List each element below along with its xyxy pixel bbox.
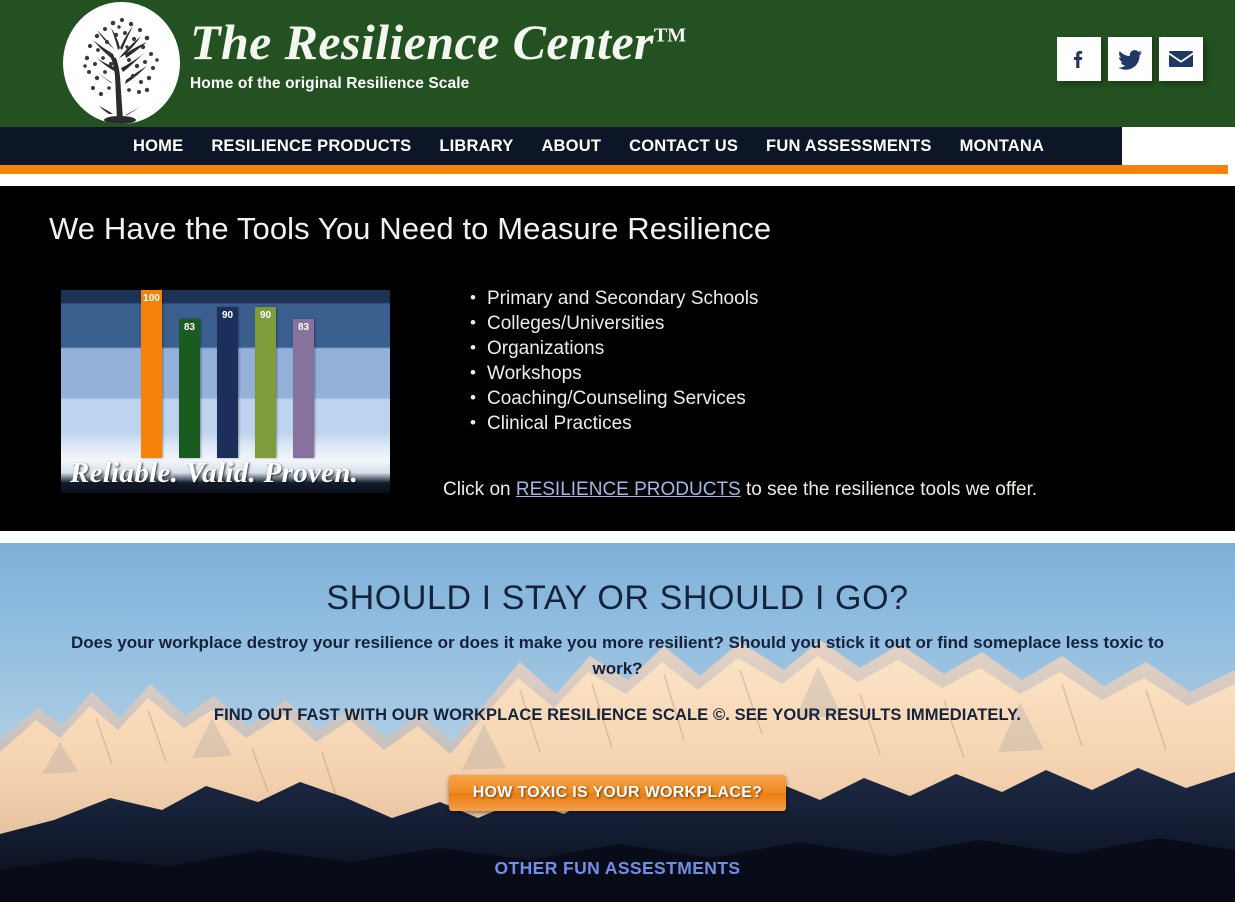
list-item: Organizations [470,335,758,361]
chart-plot-area: 100 83 90 90 83 [61,290,390,458]
site-logo[interactable] [63,2,180,124]
list-item: Colleges/Universities [470,310,758,336]
site-title: The Resilience CenterTM [190,14,810,70]
brand-block: The Resilience CenterTM Home of the orig… [190,14,810,93]
list-item: Clinical Practices [470,410,758,436]
chart-bar-3: 90 [217,307,238,458]
list-item: Primary and Secondary Schools [470,285,758,311]
resilience-chart-image: 100 83 90 90 83 Reliable. Valid. Proven. [61,290,390,493]
chart-bar-5: 83 [293,319,314,458]
site-header: The Resilience CenterTM Home of the orig… [0,0,1235,127]
chart-caption: Reliable. Valid. Proven. [70,457,359,489]
nav-item-library[interactable]: LIBRARY [439,137,513,156]
chart-bar-1: 100 [141,290,162,458]
section-divider-bottom [0,531,1235,543]
nav-item-about[interactable]: ABOUT [541,137,601,156]
chart-bar-4: 90 [255,307,276,458]
tree-logo-icon [63,2,180,124]
nav-item-resilience-products[interactable]: RESILIENCE PRODUCTS [211,137,411,156]
promo-section: SHOULD I STAY OR SHOULD I GO? Does your … [0,543,1235,902]
list-item: Workshops [470,360,758,386]
list-item: Coaching/Counseling Services [470,385,758,411]
hero-section: We Have the Tools You Need to Measure Re… [0,186,1235,531]
site-tagline: Home of the original Resilience Scale [190,75,470,92]
nav-item-fun-assessments[interactable]: FUN ASSESSMENTS [766,137,932,156]
main-navigation: HOME RESILIENCE PRODUCTS LIBRARY ABOUT C… [0,127,1235,174]
resilience-products-link[interactable]: RESILIENCE PRODUCTS [516,479,741,500]
nav-item-montana[interactable]: MONTANA [960,137,1045,156]
promo-heading: SHOULD I STAY OR SHOULD I GO? [326,579,909,617]
other-fun-assessments-link[interactable]: OTHER FUN ASSESTMENTS [0,858,1235,879]
promo-paragraph: Does your workplace destroy your resilie… [70,633,1165,678]
chart-bar-2: 83 [179,319,200,458]
facebook-icon[interactable] [1057,37,1101,81]
twitter-icon[interactable] [1108,37,1152,81]
hero-heading: We Have the Tools You Need to Measure Re… [49,211,772,246]
social-links [1057,37,1203,81]
site-title-text: The Resilience Center [190,14,654,70]
hero-cta-suffix: to see the resilience tools we offer. [740,479,1038,500]
promo-bold-line: FIND OUT FAST WITH OUR WORKPLACE RESILIE… [213,706,1022,724]
nav-item-contact-us[interactable]: CONTACT US [629,137,738,156]
email-icon[interactable] [1159,37,1203,81]
nav-accent-bar [0,165,1228,174]
promo-content: SHOULD I STAY OR SHOULD I GO? Does your … [0,543,1235,902]
nav-items-container: HOME RESILIENCE PRODUCTS LIBRARY ABOUT C… [0,127,1122,165]
audience-list: Primary and Secondary Schools Colleges/U… [470,285,758,436]
trademark-symbol: TM [653,24,687,47]
hero-cta-prefix: Click on [443,479,516,500]
nav-item-home[interactable]: HOME [133,137,183,156]
how-toxic-is-your-workplace-button[interactable]: HOW TOXIC IS YOUR WORKPLACE? [449,775,786,811]
hero-cta-text: Click on RESILIENCE PRODUCTS to see the … [443,479,1037,501]
